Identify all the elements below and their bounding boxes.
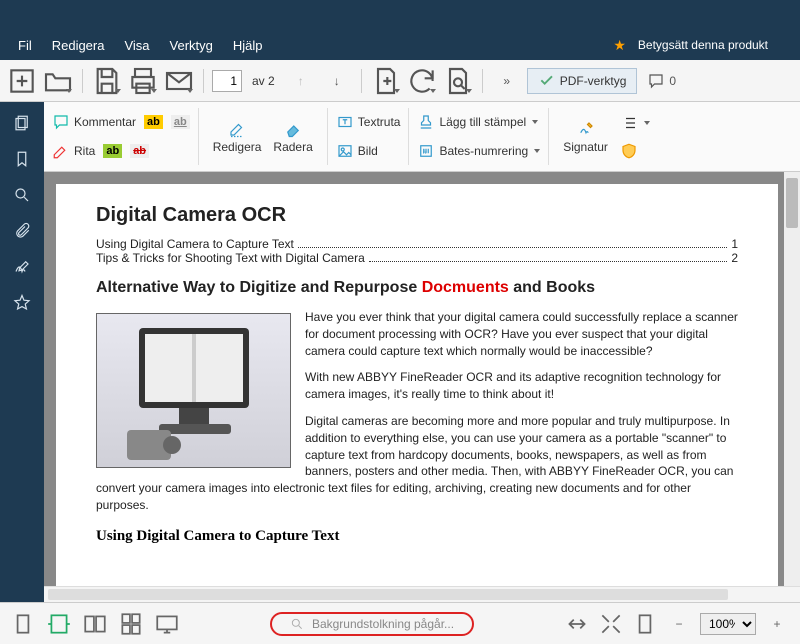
comments-counter[interactable]: 0 [641,72,682,90]
main-toolbar: av 2 ↑ ↓ » PDF-verktyg 0 [0,60,800,102]
erase-tool[interactable]: Radera [267,120,318,154]
horizontal-scrollbar[interactable] [44,586,800,602]
fullscreen-button[interactable] [598,611,624,637]
toc-entry: Using Digital Camera to Capture Text [96,237,294,251]
bates-tool[interactable]: # Bates-numrering [417,142,540,160]
signature-tool[interactable]: Signatur [557,120,614,154]
favorites-panel-button[interactable] [3,286,41,320]
page-number-input[interactable] [212,70,242,92]
toc-entry: Tips & Tricks for Shooting Text with Dig… [96,251,365,265]
vertical-scrollbar[interactable] [784,172,800,604]
chevron-down-icon [644,121,650,125]
bookmarks-panel-button[interactable] [3,142,41,176]
toc-page: 1 [731,237,738,251]
stamp-label: Lägg till stämpel [439,115,526,129]
edit-tool[interactable]: Redigera [207,120,268,154]
add-page-button[interactable] [370,65,402,97]
background-task-status: Bakgrundstolkning pågår... [270,612,474,636]
star-icon: ★ [613,37,626,54]
separator [361,69,362,93]
svg-text:#: # [423,149,427,156]
save-button[interactable] [91,65,123,97]
separator [203,69,204,93]
menubar: Fil Redigera Visa Verktyg Hjälp ★ Betygs… [0,30,800,60]
comment-label: Kommentar [74,115,136,129]
document-viewport[interactable]: Digital Camera OCR Using Digital Camera … [44,172,800,604]
mail-button[interactable] [163,65,195,97]
ribbon: Kommentar ab ab Rita ab ab Redigera Rade… [0,102,800,172]
zoom-out-button[interactable]: − [666,611,692,637]
page-up-button[interactable]: ↑ [285,65,317,97]
expand-ribbon-button[interactable]: » [491,65,523,97]
pdf-tools-label: PDF-verktyg [560,74,627,88]
highlight2-tool[interactable]: ab [103,144,122,158]
chevron-down-icon [532,120,538,124]
attachments-panel-button[interactable] [3,214,41,248]
menu-tools[interactable]: Verktyg [160,32,223,59]
fit-height-icon[interactable] [564,611,590,637]
open-button[interactable] [42,65,74,97]
search-doc-button[interactable] [442,65,474,97]
doc-heading2: Alternative Way to Digitize and Repurpos… [96,279,738,297]
menu-help[interactable]: Hjälp [223,32,273,59]
single-page-view-button[interactable] [10,611,36,637]
signature-label: Signatur [563,140,608,154]
separator [82,69,83,93]
doc-heading3: Using Digital Camera to Capture Text [96,528,738,545]
print-button[interactable] [127,65,159,97]
statusbar: Bakgrundstolkning pågår... − 100% + [0,602,800,644]
page-down-button[interactable]: ↓ [321,65,353,97]
list-tool[interactable] [620,114,650,132]
separator [482,69,483,93]
status-text: Bakgrundstolkning pågår... [312,617,454,631]
chevron-down-icon [534,149,540,153]
menu-file[interactable]: Fil [8,32,42,59]
shield-tool[interactable] [620,142,650,160]
search-panel-button[interactable] [3,178,41,212]
draw-tool[interactable]: Rita [52,142,95,160]
underline-tool[interactable]: ab [171,115,190,129]
strikeout-tool[interactable]: ab [130,144,149,158]
doc-title: Digital Camera OCR [96,204,738,227]
pdf-tools-button[interactable]: PDF-verktyg [527,68,638,94]
two-page-view-button[interactable] [82,611,108,637]
zoom-select[interactable]: 100% [700,613,756,635]
draw-label: Rita [74,144,95,158]
textbox-label: Textruta [358,115,401,129]
edit-label: Redigera [213,140,262,154]
fit-width-button[interactable] [46,611,72,637]
continuous-view-button[interactable] [118,611,144,637]
textbox-tool[interactable]: Textruta [336,113,401,131]
new-tab-button[interactable] [6,65,38,97]
document-page: Digital Camera OCR Using Digital Camera … [56,184,778,604]
fit-page-button[interactable] [632,611,658,637]
image-tool[interactable]: Bild [336,142,378,160]
erase-label: Radera [273,140,312,154]
page-total-label: av 2 [252,74,275,88]
pages-panel-button[interactable] [3,106,41,140]
rate-product-link[interactable]: Betygsätt denna produkt [638,38,768,52]
toc-page: 2 [731,251,738,265]
left-sidebar [0,102,44,602]
zoom-in-button[interactable]: + [764,611,790,637]
titlebar [0,0,800,30]
presentation-view-button[interactable] [154,611,180,637]
image-label: Bild [358,144,378,158]
comment-tool[interactable]: Kommentar [52,113,136,131]
signature-panel-button[interactable] [3,250,41,284]
rotate-button[interactable] [406,65,438,97]
comment-count: 0 [669,74,676,88]
doc-illustration [96,313,291,468]
bates-label: Bates-numrering [439,144,528,158]
stamp-tool[interactable]: Lägg till stämpel [417,113,538,131]
menu-edit[interactable]: Redigera [42,32,115,59]
highlight-tool[interactable]: ab [144,115,163,129]
menu-view[interactable]: Visa [114,32,159,59]
